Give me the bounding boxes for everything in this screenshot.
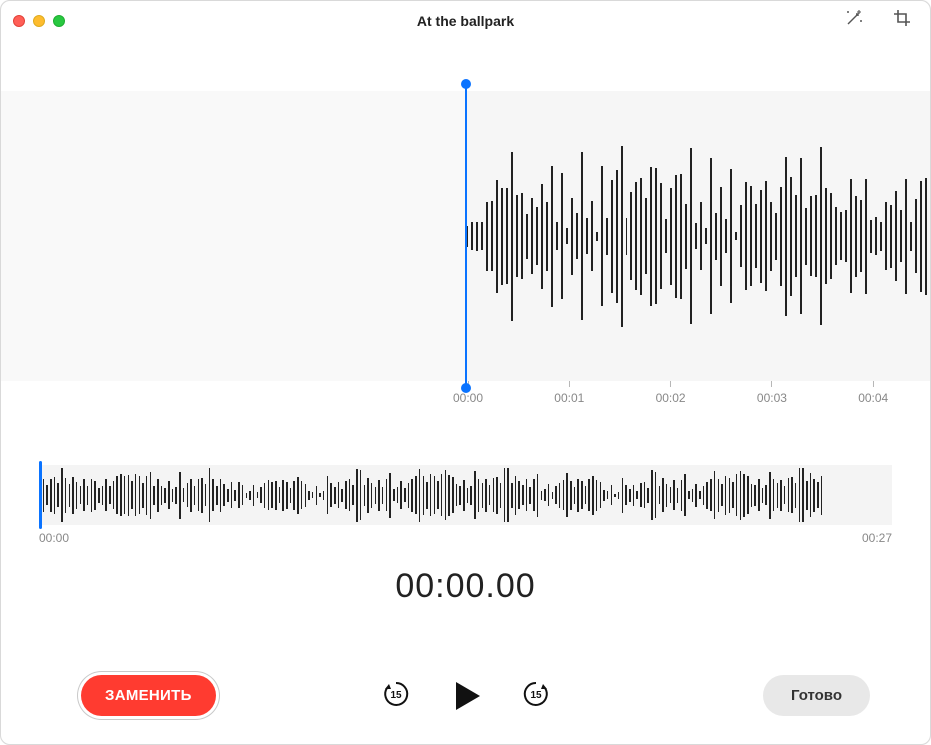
play-button[interactable]: [446, 676, 486, 716]
waveform-editor[interactable]: [1, 91, 930, 381]
overview-end-time: 00:27: [862, 531, 892, 545]
traffic-lights: [13, 15, 65, 27]
skip-forward-15-button[interactable]: 15: [520, 678, 552, 713]
zoom-window-button[interactable]: [53, 15, 65, 27]
playhead[interactable]: [465, 85, 467, 387]
overview-playhead[interactable]: [39, 461, 42, 529]
enhance-icon[interactable]: [844, 8, 864, 33]
voice-memo-edit-window: At the ballpark: [0, 0, 931, 745]
waveform-overview[interactable]: [39, 465, 892, 525]
skip-back-15-button[interactable]: 15: [380, 678, 412, 713]
svg-text:15: 15: [530, 690, 542, 701]
minimize-window-button[interactable]: [33, 15, 45, 27]
titlebar: At the ballpark: [1, 1, 930, 41]
svg-text:15: 15: [390, 690, 402, 701]
transport-controls: ЗАМЕНИТЬ 15 15: [1, 675, 930, 716]
current-timecode: 00:00.00: [1, 567, 930, 606]
close-window-button[interactable]: [13, 15, 25, 27]
overview-start-time: 00:00: [39, 531, 69, 545]
replace-button[interactable]: ЗАМЕНИТЬ: [81, 675, 216, 716]
done-button[interactable]: Готово: [763, 675, 870, 716]
window-title: At the ballpark: [1, 13, 930, 29]
crop-icon[interactable]: [892, 8, 912, 33]
overview-time-range: 00:00 00:27: [39, 531, 892, 545]
